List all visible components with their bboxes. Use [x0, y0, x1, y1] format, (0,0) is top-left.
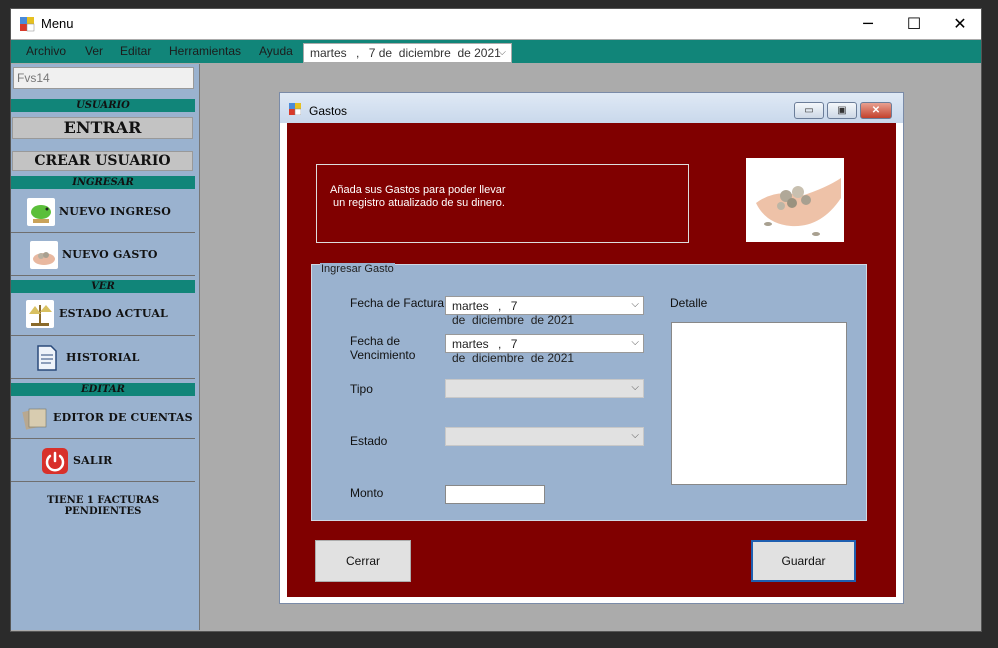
- ingresar-gasto-group: Ingresar Gasto Fecha de Factura martes ,…: [311, 263, 867, 521]
- gastos-minimize-button[interactable]: ▭: [794, 102, 824, 119]
- menu-archivo[interactable]: Archivo: [26, 44, 66, 58]
- guardar-button[interactable]: Guardar: [751, 540, 856, 582]
- tipo-label: Tipo: [350, 382, 373, 396]
- menu-editar[interactable]: Editar: [120, 44, 151, 58]
- window-title: Menu: [41, 16, 74, 31]
- chevron-down-icon[interactable]: ⌵: [631, 299, 639, 310]
- nav-nuevo-gasto-label: NUEVO GASTO: [62, 248, 158, 261]
- cerrar-button[interactable]: Cerrar: [315, 540, 411, 582]
- crear-usuario-button[interactable]: CREAR USUARIO: [12, 151, 193, 171]
- title-bar: Menu ─ ☐ ✕: [11, 9, 981, 39]
- nav-editor-cuentas[interactable]: EDITOR DE CUENTAS: [11, 396, 195, 438]
- section-usuario: USUARIO: [11, 99, 195, 112]
- menu-herramientas[interactable]: Herramientas: [169, 44, 241, 58]
- nav-nuevo-gasto[interactable]: NUEVO GASTO: [11, 233, 195, 275]
- piggy-bank-icon: [27, 198, 55, 226]
- username-field[interactable]: Fvs14: [13, 67, 194, 89]
- sidebar: Fvs14 USUARIO ENTRAR CREAR USUARIO INGRE…: [11, 64, 200, 630]
- detalle-textarea[interactable]: [671, 322, 847, 485]
- gastos-title-bar: Gastos ▭ ▣ ✕: [280, 93, 903, 123]
- monto-input[interactable]: [445, 485, 545, 504]
- date-sep: ,: [498, 299, 502, 313]
- main-window: Menu ─ ☐ ✕ Archivo Ver Editar Herramient…: [10, 8, 982, 632]
- minimize-button[interactable]: ─: [845, 9, 891, 39]
- app-icon: [289, 103, 301, 115]
- money-stack-icon: [22, 408, 47, 430]
- nav-editor-cuentas-label: EDITOR DE CUENTAS: [53, 411, 193, 424]
- pending-invoices-text: TIENE 1 FACTURAS PENDIENTES: [46, 495, 160, 517]
- nav-salir[interactable]: SALIR: [11, 439, 195, 481]
- date-sep: ,: [498, 337, 502, 351]
- divider: [11, 275, 195, 276]
- fecha-factura-picker[interactable]: martes , 7 de diciembre de 2021 ⌵: [445, 296, 644, 327]
- gastos-close-button[interactable]: ✕: [860, 102, 892, 119]
- maximize-button[interactable]: ☐: [891, 9, 937, 39]
- balance-scale-icon: [26, 300, 54, 328]
- gastos-maximize-button[interactable]: ▣: [827, 102, 857, 119]
- date-weekday: martes: [452, 337, 489, 351]
- nav-salir-label: SALIR: [73, 454, 113, 467]
- nav-historial[interactable]: HISTORIAL: [11, 336, 195, 378]
- power-icon: [42, 448, 68, 474]
- date-sep: ,: [356, 46, 360, 60]
- date-weekday: martes: [310, 46, 347, 60]
- close-button[interactable]: ✕: [937, 9, 983, 39]
- fecha-vencimiento-label: Fecha de Vencimiento: [350, 334, 416, 362]
- nav-nuevo-ingreso-label: NUEVO INGRESO: [59, 205, 172, 218]
- date-day: 7: [510, 337, 518, 351]
- entrar-button[interactable]: ENTRAR: [12, 117, 193, 139]
- menu-ayuda[interactable]: Ayuda: [259, 44, 293, 58]
- nav-estado-actual[interactable]: ESTADO ACTUAL: [11, 292, 195, 334]
- coins-in-hands-icon: [30, 241, 58, 269]
- section-ingresar: INGRESAR: [11, 176, 195, 189]
- estado-select[interactable]: ⌵: [445, 427, 644, 446]
- menu-date-picker[interactable]: martes , 7 de diciembre de 2021 ⌵: [303, 43, 512, 63]
- intro-text: Añada sus Gastos para poder llevar un re…: [330, 184, 506, 209]
- chevron-down-icon[interactable]: ⌵: [498, 47, 506, 58]
- menu-ver[interactable]: Ver: [85, 44, 103, 58]
- group-title: Ingresar Gasto: [320, 263, 395, 275]
- section-editar: EDITAR: [11, 383, 195, 396]
- monto-label: Monto: [350, 486, 384, 500]
- divider: [11, 481, 195, 482]
- gastos-window: Gastos ▭ ▣ ✕ Añada sus Gastos para poder…: [279, 92, 904, 604]
- gastos-title: Gastos: [309, 104, 348, 118]
- nav-nuevo-ingreso[interactable]: NUEVO INGRESO: [11, 190, 195, 232]
- date-rest: de diciembre de 2021: [378, 46, 501, 60]
- chevron-down-icon[interactable]: ⌵: [631, 382, 639, 393]
- detalle-label: Detalle: [670, 296, 708, 310]
- gastos-panel: Añada sus Gastos para poder llevar un re…: [287, 123, 896, 597]
- date-day: 7: [510, 299, 518, 313]
- nav-estado-actual-label: ESTADO ACTUAL: [59, 307, 168, 320]
- document-icon: [37, 345, 57, 371]
- coins-hands-image: [746, 158, 844, 242]
- date-weekday: martes: [452, 299, 489, 313]
- intro-box: Añada sus Gastos para poder llevar un re…: [316, 164, 689, 243]
- fecha-factura-label: Fecha de Factura: [350, 296, 445, 310]
- fecha-vencimiento-picker[interactable]: martes , 7 de diciembre de 2021 ⌵: [445, 334, 644, 365]
- nav-historial-label: HISTORIAL: [66, 351, 140, 364]
- app-icon: [20, 17, 35, 32]
- date-day: 7: [368, 46, 376, 60]
- date-rest: de diciembre de 2021: [452, 313, 575, 327]
- tipo-select[interactable]: ⌵: [445, 379, 644, 398]
- chevron-down-icon[interactable]: ⌵: [631, 430, 639, 441]
- date-rest: de diciembre de 2021: [452, 351, 575, 365]
- divider: [11, 378, 195, 379]
- chevron-down-icon[interactable]: ⌵: [631, 337, 639, 348]
- estado-label: Estado: [350, 434, 388, 448]
